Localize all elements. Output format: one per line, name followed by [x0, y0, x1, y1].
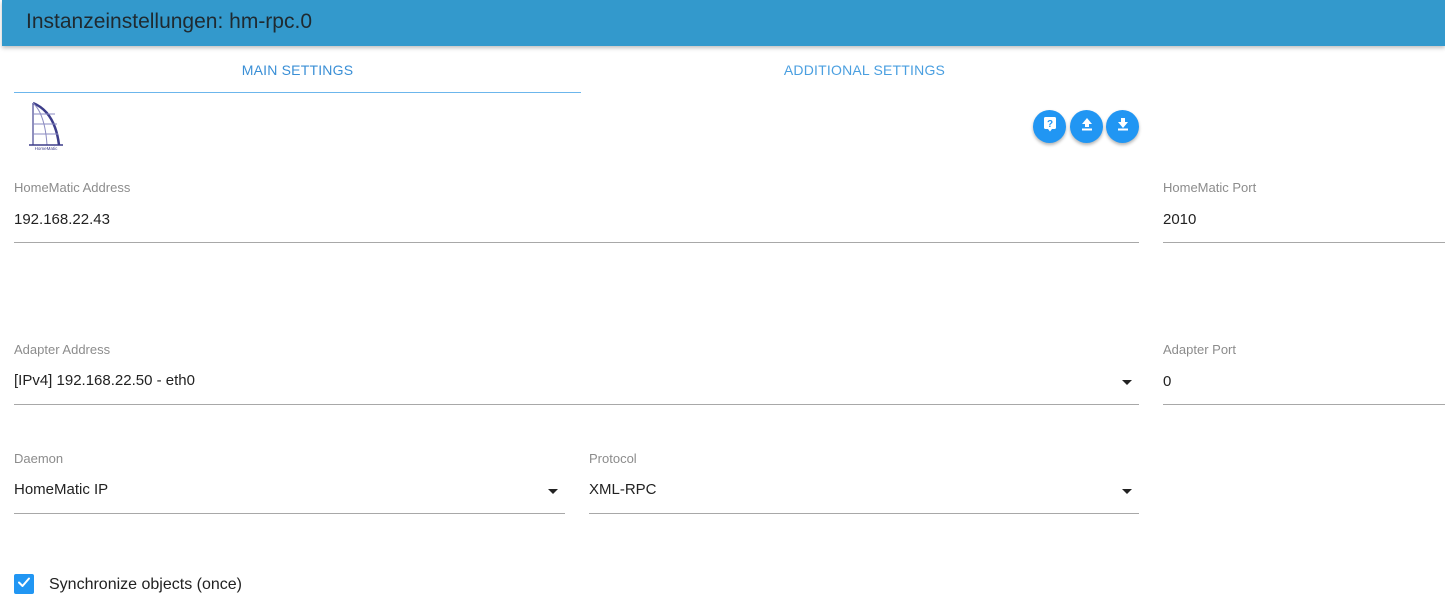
adapter-port-underline	[1163, 404, 1445, 405]
chevron-down-icon[interactable]	[548, 489, 558, 494]
help-button[interactable]: ?	[1033, 110, 1066, 143]
homematic-address-underline	[14, 242, 1139, 243]
protocol-underline	[589, 513, 1139, 514]
adapter-address-select[interactable]: [IPv4] 192.168.22.50 - eth0	[14, 372, 1114, 389]
adapter-address-label: Adapter Address	[14, 342, 111, 357]
protocol-select[interactable]: XML-RPC	[589, 481, 1109, 498]
chevron-down-icon[interactable]	[1122, 380, 1132, 385]
homematic-port-underline	[1163, 242, 1445, 243]
page-title: Instanzeinstellungen: hm-rpc.0	[26, 10, 312, 33]
daemon-underline	[14, 513, 565, 514]
homematic-logo: HomeMatic	[25, 100, 67, 152]
download-icon	[1115, 116, 1131, 137]
adapter-port-input[interactable]: 0	[1163, 373, 1433, 390]
adapter-port-label: Adapter Port	[1163, 342, 1236, 357]
daemon-label: Daemon	[14, 451, 64, 466]
upload-button[interactable]	[1070, 110, 1103, 143]
chevron-down-icon[interactable]	[1122, 489, 1132, 494]
adapter-address-underline	[14, 404, 1139, 405]
help-icon: ?	[1042, 116, 1058, 137]
download-button[interactable]	[1106, 110, 1139, 143]
sync-objects-checkbox[interactable]	[14, 574, 34, 594]
checkmark-icon	[17, 575, 31, 594]
tab-additional-settings[interactable]: ADDITIONAL SETTINGS	[581, 48, 1148, 93]
protocol-label: Protocol	[589, 451, 637, 466]
homematic-port-input[interactable]: 2010	[1163, 211, 1433, 228]
daemon-select[interactable]: HomeMatic IP	[14, 481, 534, 498]
svg-text:?: ?	[1046, 119, 1052, 130]
homematic-address-label: HomeMatic Address	[14, 180, 131, 195]
active-tab-indicator	[14, 92, 581, 93]
sync-objects-label[interactable]: Synchronize objects (once)	[49, 576, 242, 594]
homematic-address-input[interactable]: 192.168.22.43	[14, 211, 1134, 228]
upload-icon	[1079, 116, 1095, 137]
tab-main-settings[interactable]: MAIN SETTINGS	[14, 48, 581, 93]
homematic-port-label: HomeMatic Port	[1163, 180, 1257, 195]
logo-wordmark: HomeMatic	[35, 146, 59, 151]
title-bar: Instanzeinstellungen: hm-rpc.0	[2, 0, 1445, 46]
